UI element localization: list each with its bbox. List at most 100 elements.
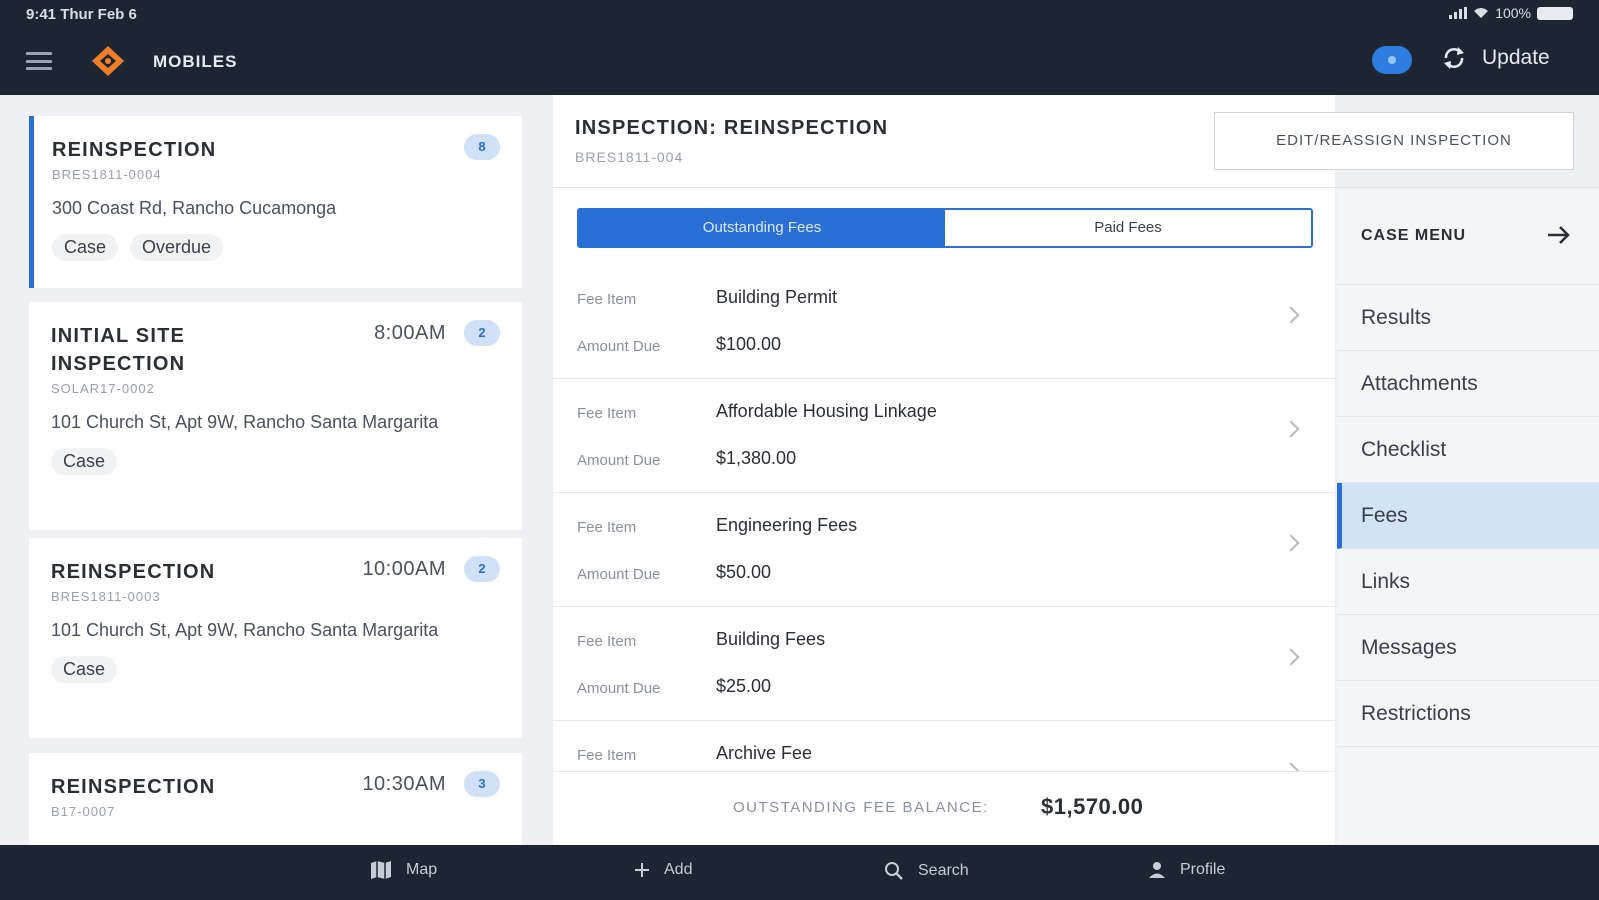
tab-paid-fees[interactable]: Paid Fees <box>945 210 1311 246</box>
detail-title: INSPECTION: REINSPECTION <box>575 117 889 139</box>
fee-item-label: Fee Item <box>577 633 637 650</box>
fee-item-name: Archive Fee <box>716 743 813 763</box>
menu-item-fees[interactable]: Fees <box>1337 483 1599 549</box>
fees-segmented-control: Outstanding Fees Paid Fees <box>577 208 1313 248</box>
inspection-time: 10:30AM <box>362 773 446 795</box>
update-label: Update <box>1482 46 1550 69</box>
inspection-card[interactable]: REINSPECTION 10:30AM 3 B17-0007 <box>29 753 522 845</box>
inspection-title: REINSPECTION <box>51 776 216 798</box>
amount-due-label: Amount Due <box>577 338 661 355</box>
fee-row[interactable]: Fee Item Building Permit Amount Due $100… <box>553 265 1335 379</box>
fee-item-label: Fee Item <box>577 405 637 422</box>
count-badge: 2 <box>464 556 500 582</box>
amount-due-label: Amount Due <box>577 566 661 583</box>
app-brand: MOBILES <box>153 52 238 71</box>
tab-label: Profile <box>1180 861 1226 878</box>
menu-icon[interactable] <box>26 52 52 70</box>
inspection-id: SOLAR17-0002 <box>51 381 155 396</box>
inspection-address: 300 Coast Rd, Rancho Cucamonga <box>52 198 337 218</box>
fee-row[interactable]: Fee Item Building Fees Amount Due $25.00 <box>553 607 1335 721</box>
inspection-title: INITIAL SITE INSPECTION <box>51 325 186 375</box>
tab-label: Search <box>918 862 969 879</box>
tab-map[interactable]: Map <box>370 861 437 879</box>
sync-icon <box>1444 47 1464 69</box>
count-badge: 8 <box>464 134 500 160</box>
menu-item-messages[interactable]: Messages <box>1337 615 1599 681</box>
inspection-time: 10:00AM <box>362 558 446 580</box>
inspection-detail: INSPECTION: REINSPECTION BRES1811-004 Ou… <box>553 95 1335 845</box>
wifi-icon <box>1474 8 1489 18</box>
overdue-chip: Overdue <box>130 234 224 261</box>
detail-id: BRES1811-004 <box>575 149 684 165</box>
brand-logo <box>92 46 124 76</box>
edit-reassign-button[interactable]: EDIT/REASSIGN INSPECTION <box>1214 112 1574 170</box>
fee-amount: $1,380.00 <box>716 448 797 468</box>
case-menu-title: CASE MENU <box>1361 227 1467 244</box>
count-badge: 2 <box>464 320 500 346</box>
profile-icon <box>1149 862 1165 878</box>
fee-item-name: Affordable Housing Linkage <box>716 401 937 421</box>
search-icon <box>885 862 903 880</box>
tab-add[interactable]: Add <box>634 861 692 879</box>
tab-profile[interactable]: Profile <box>1148 861 1225 879</box>
inspection-list: REINSPECTION 8 BRES1811-0004 300 Coast R… <box>0 95 551 845</box>
app-header: 9:41 Thur Feb 6 100% MOBILES Update <box>0 0 1599 95</box>
user-avatar[interactable] <box>1372 46 1412 74</box>
tab-label: Add <box>664 861 693 878</box>
update-button[interactable]: Update <box>1440 44 1550 72</box>
menu-item-results[interactable]: Results <box>1337 285 1599 351</box>
amount-due-label: Amount Due <box>577 452 661 469</box>
tag-chip: Case <box>51 448 118 475</box>
fee-item-label: Fee Item <box>577 519 637 536</box>
arrow-right-icon[interactable] <box>1545 223 1573 247</box>
inspection-title: REINSPECTION <box>51 561 216 583</box>
fee-list: Fee Item Building Permit Amount Due $100… <box>553 265 1335 835</box>
inspection-address: 101 Church St, Apt 9W, Rancho Santa Marg… <box>51 412 439 432</box>
menu-item-restrictions[interactable]: Restrictions <box>1337 681 1599 747</box>
divider <box>553 187 1599 188</box>
fee-row[interactable]: Fee Item Affordable Housing Linkage Amou… <box>553 379 1335 493</box>
tag-chip: Case <box>52 234 119 261</box>
case-menu-header: CASE MENU <box>1337 189 1599 285</box>
fee-amount: $25.00 <box>716 676 772 696</box>
menu-item-checklist[interactable]: Checklist <box>1337 417 1599 483</box>
fee-balance-bar: OUTSTANDING FEE BALANCE: $1,570.00 <box>553 771 1335 845</box>
fee-item-label: Fee Item <box>577 291 637 308</box>
bottom-tab-bar: Map Add Search Profile <box>0 845 1599 900</box>
signal-icon <box>1449 7 1468 19</box>
tab-label: Map <box>406 861 438 878</box>
map-icon <box>371 861 391 879</box>
inspection-id: BRES1811-0003 <box>51 589 161 604</box>
status-time: 9:41 Thur Feb 6 <box>26 6 137 23</box>
amount-due-label: Amount Due <box>577 680 661 697</box>
menu-item-links[interactable]: Links <box>1337 549 1599 615</box>
inspection-id: BRES1811-0004 <box>52 167 162 182</box>
inspection-card[interactable]: REINSPECTION 8 BRES1811-0004 300 Coast R… <box>29 116 522 288</box>
chevron-right-icon <box>1282 648 1300 666</box>
inspection-id: B17-0007 <box>51 804 116 819</box>
inspection-title: REINSPECTION <box>52 139 217 161</box>
inspection-time: 8:00AM <box>374 322 446 344</box>
fee-amount: $50.00 <box>716 562 772 582</box>
fee-row[interactable]: Fee Item Engineering Fees Amount Due $50… <box>553 493 1335 607</box>
tag-chip: Case <box>51 656 118 683</box>
battery-percent: 100% <box>1495 5 1531 21</box>
count-badge: 3 <box>464 771 500 797</box>
fee-item-name: Building Permit <box>716 287 838 307</box>
inspection-card[interactable]: REINSPECTION 10:00AM 2 BRES1811-0003 101… <box>29 538 522 738</box>
menu-item-attachments[interactable]: Attachments <box>1337 351 1599 417</box>
chevron-right-icon <box>1282 420 1300 438</box>
tab-outstanding-fees[interactable]: Outstanding Fees <box>579 210 945 246</box>
tab-search[interactable]: Search <box>884 861 969 881</box>
inspection-address: 101 Church St, Apt 9W, Rancho Santa Marg… <box>51 620 439 640</box>
chevron-right-icon <box>1282 306 1300 324</box>
status-indicators: 100% <box>1449 5 1573 21</box>
plus-icon <box>635 863 649 877</box>
chevron-right-icon <box>1282 534 1300 552</box>
fee-item-name: Engineering Fees <box>716 515 858 535</box>
balance-value: $1,570.00 <box>1041 794 1144 819</box>
inspection-card[interactable]: INITIAL SITE INSPECTION 8:00AM 2 SOLAR17… <box>29 302 522 530</box>
balance-label: OUTSTANDING FEE BALANCE: <box>733 799 989 816</box>
fee-amount: $100.00 <box>716 334 782 354</box>
battery-icon <box>1537 6 1573 20</box>
